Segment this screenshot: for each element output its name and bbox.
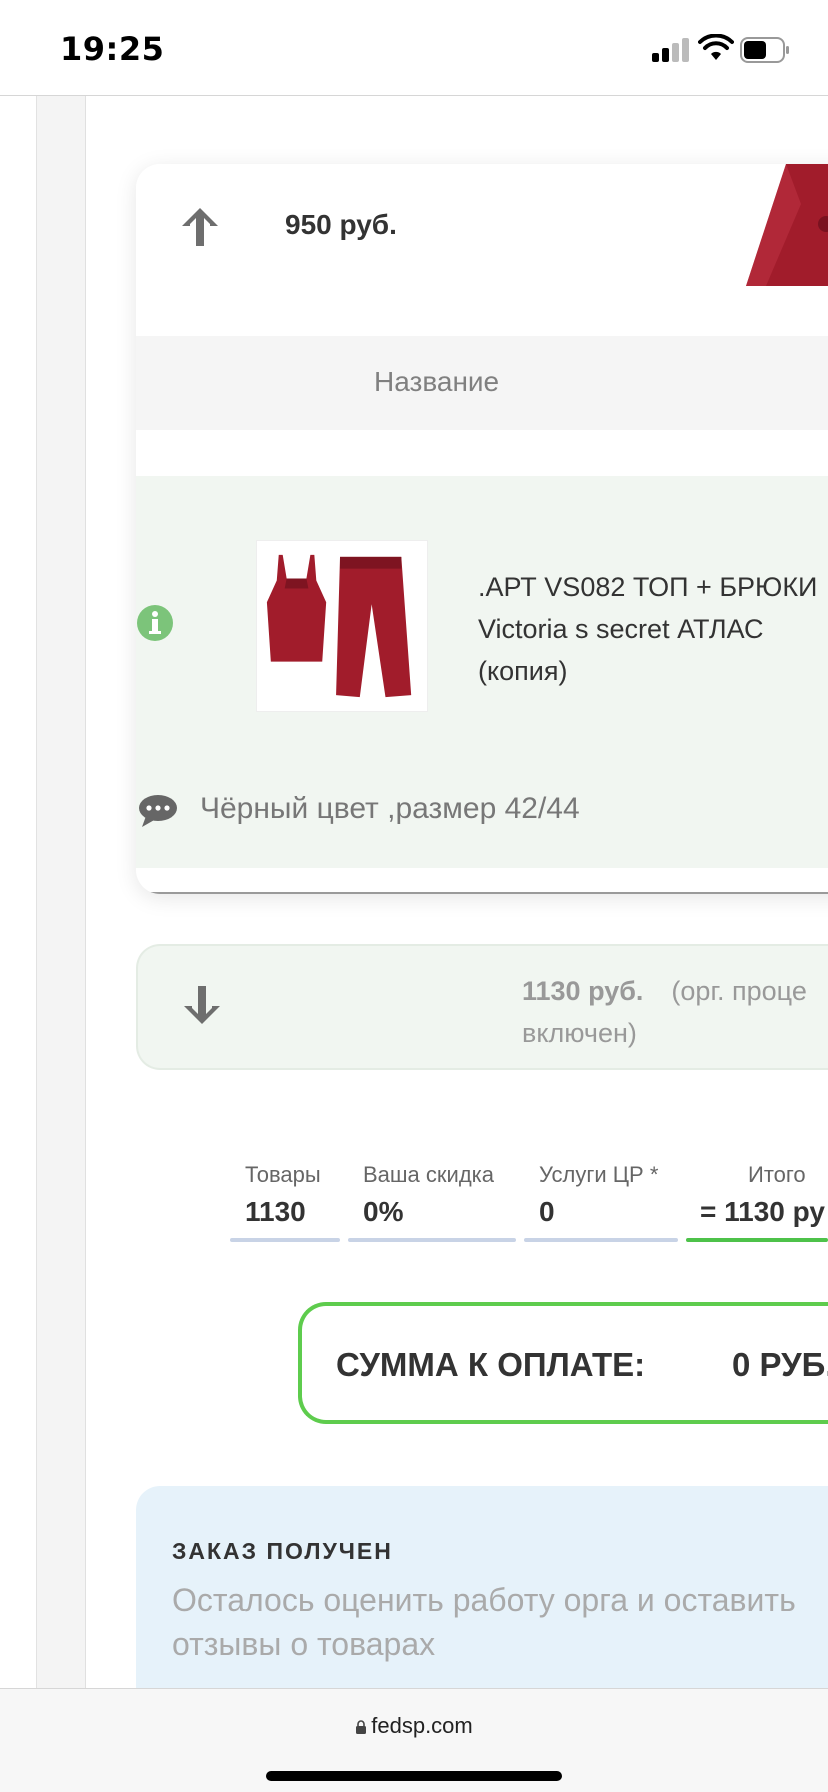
underline: [348, 1238, 516, 1242]
order-status-text: Осталось оценить работу орга и оставить …: [172, 1578, 828, 1666]
name-column-header: Название: [374, 366, 500, 397]
underline: [524, 1238, 678, 1242]
order-status-title: ЗАКАЗ ПОЛУЧЕН: [172, 1538, 393, 1564]
url-display[interactable]: fedsp.com: [0, 1713, 828, 1739]
price-top: 950 руб.: [285, 209, 397, 240]
grand-total: Итого = 1130 ру: [686, 1162, 828, 1242]
order-status-box: ЗАКАЗ ПОЛУЧЕН Осталось оценить работу ор…: [136, 1486, 828, 1696]
goods-label: Товары: [245, 1162, 321, 1187]
order-status-line: отзывы о товарах: [172, 1626, 436, 1662]
product-row: .АРТ VS082 ТОП + БРЮКИ Victoria s secret…: [136, 476, 828, 868]
product-thumbnail-top: [746, 164, 828, 286]
price-amount: 1130 руб.: [522, 976, 644, 1006]
battery-icon: [740, 37, 789, 63]
wifi-icon: [698, 34, 734, 60]
lock-icon: [356, 1720, 367, 1734]
order-status-line: Осталось оценить работу орга и оставить: [172, 1582, 796, 1618]
product-title-line: (копия): [478, 656, 568, 686]
services-label: Услуги ЦР *: [539, 1162, 659, 1187]
comment-icon: [139, 795, 177, 827]
underline: [230, 1238, 340, 1242]
arrow-down-icon[interactable]: [180, 984, 224, 1028]
discount-total: Ваша скидка 0%: [348, 1162, 516, 1242]
browser-address-bar[interactable]: fedsp.com: [0, 1688, 828, 1792]
product-image[interactable]: [256, 540, 428, 712]
card-header: 950 руб.: [136, 164, 828, 336]
product-title[interactable]: .АРТ VS082 ТОП + БРЮКИ Victoria s secret…: [478, 566, 828, 692]
product-title-line: .АРТ VS082 ТОП + БРЮКИ: [478, 572, 818, 602]
product-title-line: Victoria s secret АТЛАС: [478, 614, 764, 644]
underline-green: [686, 1238, 828, 1242]
price-summary-text: 1130 руб. (орг. проце включен): [522, 970, 828, 1054]
table-header: Название: [136, 336, 828, 430]
services-value: 0: [539, 1196, 555, 1227]
amount-due-value: 0 РУБ.: [732, 1346, 828, 1383]
divider: [136, 892, 828, 894]
info-icon[interactable]: [136, 604, 174, 642]
discount-value: 0%: [363, 1196, 404, 1227]
org-fee-note-continued: включен): [522, 1018, 637, 1048]
totals-row: Товары 1130 Ваша скидка 0% Услуги ЦР * 0…: [0, 1162, 828, 1242]
amount-due-label: СУММА К ОПЛАТЕ:: [336, 1346, 646, 1383]
total-value: = 1130 ру: [700, 1196, 825, 1227]
url-text: fedsp.com: [371, 1713, 473, 1738]
signal-icon: [652, 38, 690, 62]
order-item-card: 950 руб. Название .АРТ VS082 ТОП + БРЮКИ: [136, 164, 828, 894]
amount-due-box: СУММА К ОПЛАТЕ: 0 РУБ.: [298, 1302, 828, 1424]
arrow-up-icon[interactable]: [178, 204, 222, 248]
total-label: Итого: [748, 1162, 806, 1187]
status-bar: 19:25: [0, 0, 828, 96]
price-summary-row: 1130 руб. (орг. проце включен): [136, 944, 828, 1070]
org-fee-note: (орг. проце: [671, 976, 807, 1006]
left-rail: [36, 96, 86, 1688]
product-comment: Чёрный цвет ,размер 42/44: [200, 792, 580, 825]
discount-label: Ваша скидка: [363, 1162, 495, 1187]
goods-value: 1130: [245, 1196, 306, 1227]
goods-total: Товары 1130: [230, 1162, 340, 1242]
home-indicator[interactable]: [266, 1771, 562, 1781]
status-time: 19:25: [60, 30, 165, 68]
services-total: Услуги ЦР * 0: [524, 1162, 678, 1242]
